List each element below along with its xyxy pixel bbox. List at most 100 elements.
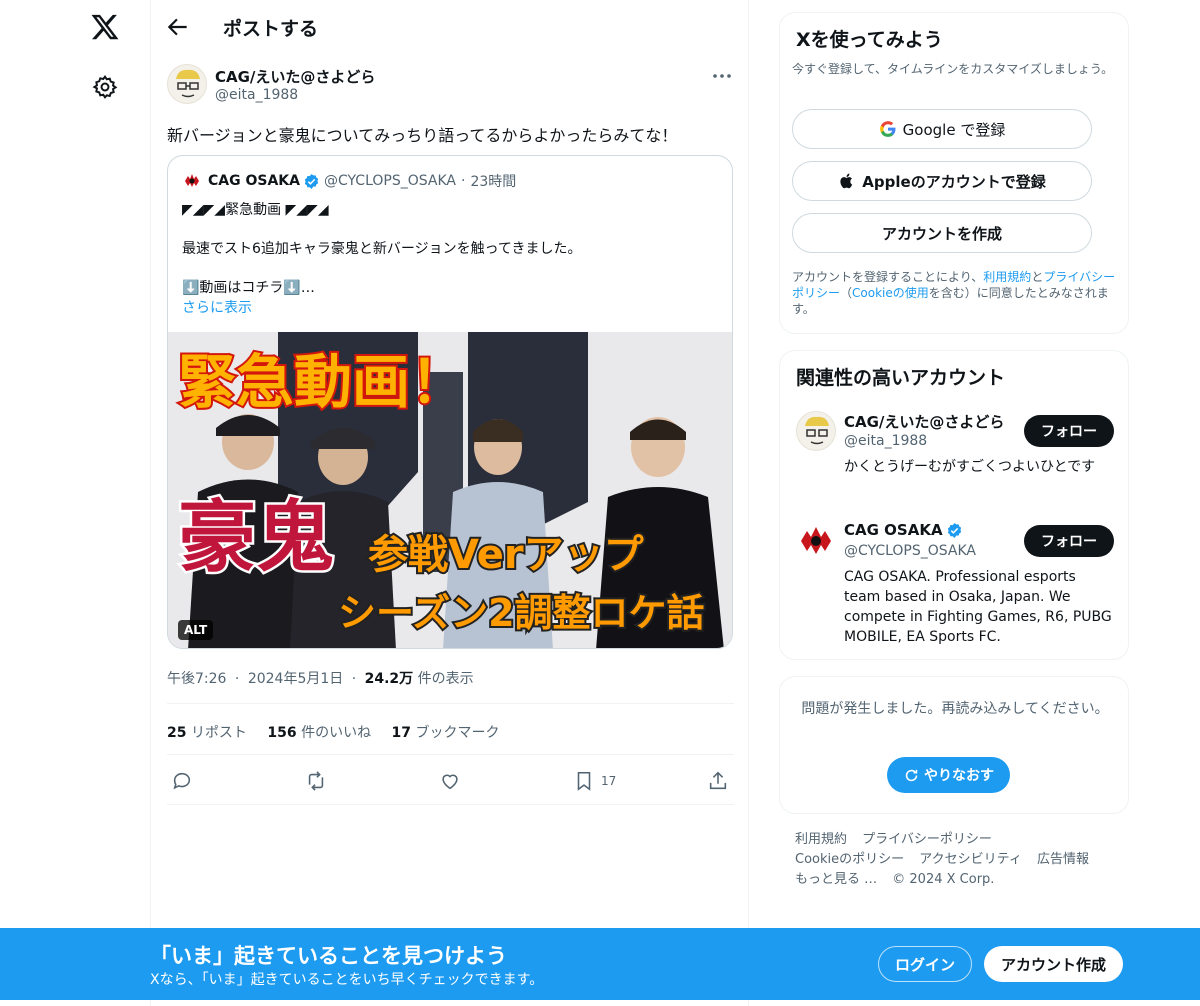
footer-links: 利用規約 プライバシーポリシー Cookieのポリシー アクセシビリティ 広告情… [795, 830, 1125, 890]
signup-title: Xを使ってみよう [796, 29, 943, 51]
author-handle[interactable]: @eita_1988 [215, 87, 298, 103]
signup-button[interactable]: アカウント作成 [984, 946, 1123, 982]
login-button[interactable]: ログイン [878, 946, 972, 982]
back-arrow-icon[interactable] [165, 14, 191, 40]
google-signup-button[interactable]: Google で登録 [792, 109, 1092, 149]
page-header: ポストする [151, 0, 748, 54]
create-account-button[interactable]: アカウントを作成 [792, 213, 1092, 253]
terms-text-part: （ [840, 286, 853, 300]
post-author: CAG/えいた@さよどら @eita_1988 [167, 64, 734, 110]
page-title: ポストする [223, 18, 319, 40]
like-label: 件のいいね [301, 725, 372, 741]
error-card: 問題が発生しました。再読み込みしてください。 やりなおす [779, 676, 1129, 814]
like-button[interactable] [439, 768, 461, 794]
bookmark-button[interactable]: 17 [573, 768, 616, 794]
heart-icon [442, 774, 458, 790]
thumbnail-subtitle: シーズン2調整ロケ話 [338, 591, 705, 635]
retry-button[interactable]: やりなおす [887, 757, 1010, 793]
separator-dot: · [234, 671, 240, 687]
banner-title: 「いま」起きていることを見つけよう [150, 944, 507, 968]
thumbnail-subtitle: 参戦Verアップ [368, 532, 644, 578]
left-nav [60, 0, 150, 1006]
cag-osaka-logo-icon [182, 171, 202, 191]
quote-line: ◤◢◤◢緊急動画 ◤◢◤◢ [182, 202, 329, 218]
post-time[interactable]: 午後7:26 [167, 671, 226, 687]
action-bar: 17 [167, 768, 734, 796]
footer-link[interactable]: 広告情報 [1037, 852, 1089, 867]
share-button[interactable] [707, 768, 729, 794]
post-text: 新バージョンと豪鬼についてみっちり語ってるからよかったらみてな！ [167, 126, 678, 145]
quoted-post[interactable]: CAG OSAKA @CYCLOPS_OSAKA · 23時間 ◤◢◤◢緊急動画… [167, 155, 733, 649]
repost-stat[interactable]: 25 リポスト [167, 725, 247, 741]
bookmark-count: 17 [391, 725, 412, 741]
more-options-icon[interactable] [710, 66, 734, 86]
google-icon [879, 121, 896, 137]
copyright: © 2024 X Corp. [892, 872, 995, 887]
related-account-name[interactable]: CAG/えいた@さよどら [844, 411, 1004, 432]
related-account[interactable]: CAG/えいた@さよどら @eita_1988 かくとうげーむがすごくつよいひと… [796, 411, 1114, 501]
separator-dot: · [351, 671, 357, 687]
bookmark-label: ブックマーク [415, 725, 500, 741]
video-thumbnail[interactable]: 緊急動画！ 豪鬼 参戦Verアップ シーズン2調整ロケ話 ALT [168, 332, 732, 648]
cartoon-avatar-icon [176, 69, 200, 98]
quote-header: CAG OSAKA @CYCLOPS_OSAKA · 23時間 [182, 171, 516, 191]
apple-signup-label: Appleのアカウントで登録 [862, 172, 1046, 191]
show-more-link[interactable]: さらに表示 [182, 297, 252, 317]
post-stats: 25 リポスト 156 件のいいね 17 ブックマーク [167, 722, 515, 742]
footer-link[interactable]: 利用規約 [795, 832, 847, 847]
main-column: ポストする CAG/えいた@さよどら @eita_1988 新バージョンと豪鬼に… [150, 0, 749, 1006]
quote-author-name: CAG OSAKA [208, 173, 300, 189]
refresh-icon [905, 769, 918, 781]
retry-label: やりなおす [924, 768, 994, 784]
related-account-handle[interactable]: @eita_1988 [844, 433, 927, 449]
gear-icon[interactable] [92, 74, 118, 100]
quote-time: 23時間 [470, 174, 517, 190]
bookmark-stat[interactable]: 17 ブックマーク [392, 725, 500, 741]
create-account-label: アカウントを作成 [881, 224, 1002, 243]
footer-more-link[interactable]: もっと見る … [795, 872, 877, 887]
like-count: 156 [267, 725, 297, 741]
follow-button[interactable]: フォロー [1024, 415, 1114, 447]
repost-count: 25 [167, 725, 187, 741]
avatar[interactable] [167, 64, 207, 104]
related-accounts-card: 関連性の高いアカウント CAG/えいた@さよどら @eita_1988 かくとう… [779, 350, 1129, 660]
apple-signup-button[interactable]: Appleのアカウントで登録 [792, 161, 1092, 201]
divider [167, 804, 734, 805]
quote-line: ⬇️動画はコチラ⬇️… [182, 280, 315, 296]
signup-card: Xを使ってみよう 今すぐ登録して、タイムラインをカスタマイズしましょう。 Goo… [779, 12, 1129, 334]
terms-link[interactable]: 利用規約 [983, 270, 1031, 284]
divider [167, 754, 734, 755]
repost-label: リポスト [190, 725, 247, 741]
signup-subtitle: 今すぐ登録して、タイムラインをカスタマイズしましょう。 [792, 62, 1114, 76]
thumbnail-headline: 緊急動画！ [178, 348, 468, 416]
bottom-banner: 「いま」起きていることを見つけよう Xなら、「いま」起きていることをいち早くチェ… [0, 928, 1200, 1000]
bookmark-action-count: 17 [601, 774, 617, 788]
reply-button[interactable] [171, 768, 193, 794]
author-name[interactable]: CAG/えいた@さよどら [215, 66, 375, 87]
related-account-name: CAG OSAKA [844, 521, 943, 539]
bookmark-icon [577, 771, 591, 791]
x-logo-icon[interactable] [90, 12, 120, 42]
apple-icon [840, 173, 853, 189]
related-account[interactable]: CAG OSAKA @CYCLOPS_OSAKA CAG OSAKA. Prof… [796, 521, 1114, 651]
alt-badge[interactable]: ALT [178, 620, 214, 640]
cartoon-avatar-icon [805, 416, 829, 445]
terms-text-part: と [1031, 270, 1044, 284]
related-account-name-row[interactable]: CAG OSAKA [844, 521, 967, 539]
avatar[interactable] [796, 411, 836, 451]
repost-button[interactable] [305, 768, 327, 794]
post-date[interactable]: 2024年5月1日 [248, 671, 343, 687]
thumbnail-image: 緊急動画！ 豪鬼 参戦Verアップ シーズン2調整ロケ話 [168, 332, 732, 648]
follow-button[interactable]: フォロー [1024, 525, 1114, 557]
verified-badge-icon [304, 173, 319, 189]
footer-link[interactable]: Cookieのポリシー [795, 852, 904, 867]
footer-link[interactable]: アクセシビリティ [919, 852, 1022, 867]
error-message: 問題が発生しました。再読み込みしてください。 [801, 701, 1109, 717]
like-stat[interactable]: 156 件のいいね [267, 725, 371, 741]
repost-icon [308, 771, 324, 791]
related-title: 関連性の高いアカウント [796, 367, 1006, 389]
related-account-handle[interactable]: @CYCLOPS_OSAKA [844, 543, 976, 559]
cookie-link[interactable]: Cookieの使用 [852, 286, 929, 300]
footer-link[interactable]: プライバシーポリシー [862, 832, 992, 847]
cag-osaka-logo-icon[interactable] [796, 521, 836, 561]
